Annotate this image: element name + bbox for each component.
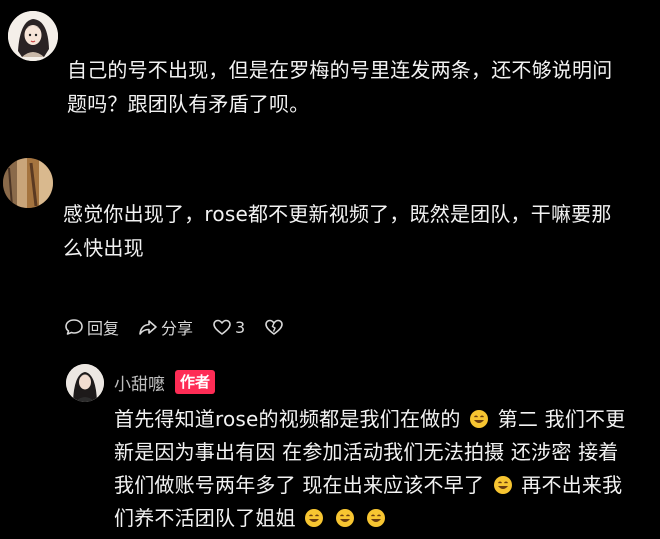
reply-label: 回复 [87, 319, 120, 338]
dislike-button[interactable] [263, 317, 287, 337]
comment-actions: 回复 分享 3 [63, 315, 305, 339]
reply-text-segment: 再不出来我 [521, 473, 623, 497]
comment-text-line: 么快出现 [63, 236, 144, 260]
reply-text-segment: 我们做账号两年多了 现在出来应该不早了 [114, 473, 485, 497]
reply-text-line: 首先得知道rose的视频都是我们在做的 第二 我们不更 [114, 403, 654, 436]
author-badge: 作者 [175, 370, 216, 394]
comment-bubble-icon [65, 319, 83, 335]
comment-text: 自己的号不出现，但是在罗梅的号里连发两条，还不够说明问 题吗？跟团队有矛盾了呗。 [67, 53, 657, 121]
reply-text-segment: 首先得知道rose的视频都是我们在做的 [114, 407, 461, 431]
reply-text-segment: 们养不活团队了姐姐 [114, 506, 296, 530]
reply-button[interactable]: 回复 [63, 315, 119, 339]
grin-emoji-icon [493, 476, 512, 494]
like-count: 3 [235, 317, 246, 337]
comment-text: 感觉你出现了，rose都不更新视频了，既然是团队，干嘛要那 么快出现 [63, 197, 658, 265]
comment-text-line: 自己的号不出现，但是在罗梅的号里连发两条，还不够说明问 [67, 58, 613, 82]
reply-header: 小甜嚒 作者 [114, 369, 216, 395]
grin-emoji-icon [366, 509, 385, 527]
heart-icon [213, 319, 231, 335]
avatar[interactable] [8, 11, 58, 61]
share-button[interactable]: 分享 [137, 315, 193, 339]
reply-text: 首先得知道rose的视频都是我们在做的 第二 我们不更 新是因为事出有因 在参加… [114, 403, 654, 535]
broken-heart-icon [265, 319, 284, 335]
share-arrow-icon [139, 320, 157, 335]
grin-emoji-icon [305, 509, 324, 527]
avatar[interactable] [3, 158, 53, 208]
avatar[interactable] [66, 364, 104, 402]
like-button[interactable]: 3 [211, 317, 245, 337]
reply-text-line: 我们做账号两年多了 现在出来应该不早了 再不出来我 [114, 469, 654, 502]
grin-emoji-icon [335, 509, 354, 527]
reply-author-name[interactable]: 小甜嚒 [114, 370, 165, 395]
reply-text-line: 新是因为事出有因 在参加活动我们无法拍摄 还涉密 接着 [114, 440, 619, 464]
grin-emoji-icon [470, 410, 489, 428]
comment-text-line: 感觉你出现了，rose都不更新视频了，既然是团队，干嘛要那 [63, 202, 612, 226]
reply-text-line: 们养不活团队了姐姐 [114, 502, 654, 535]
reply-text-segment: 第二 我们不更 [497, 407, 626, 431]
share-label: 分享 [161, 319, 194, 338]
comment-text-line: 题吗？跟团队有矛盾了呗。 [67, 92, 310, 116]
